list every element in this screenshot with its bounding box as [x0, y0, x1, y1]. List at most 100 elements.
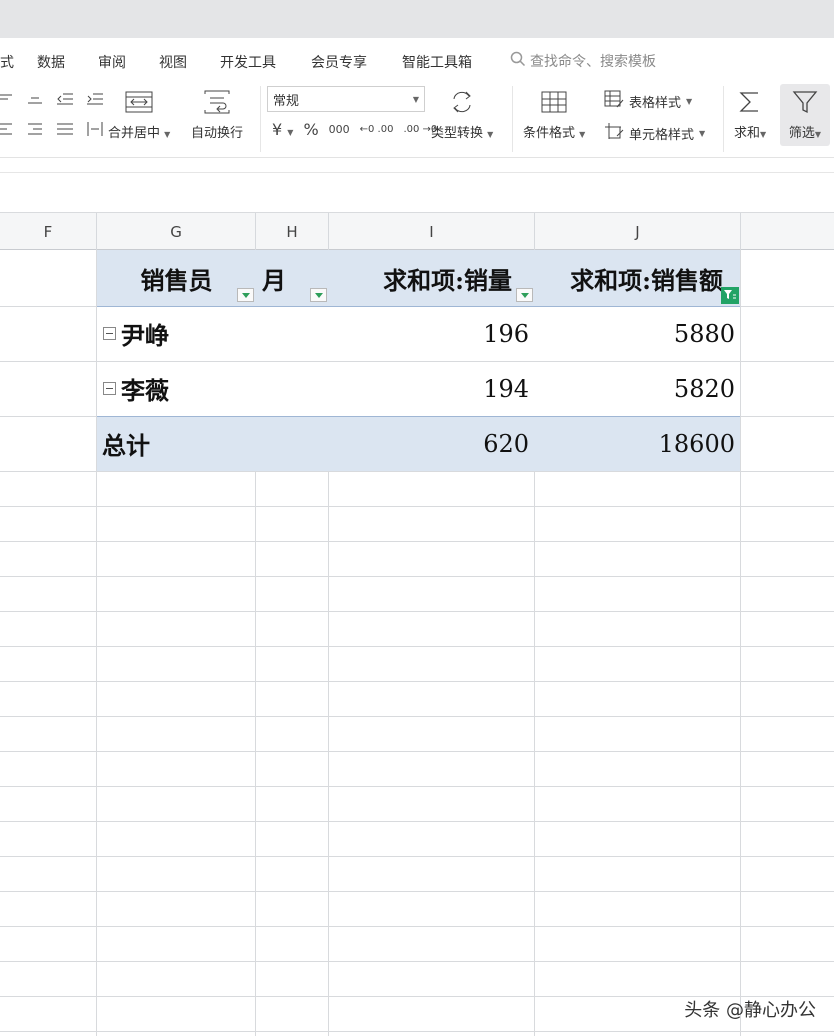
grid-line [255, 471, 256, 1036]
menu-bar: 式 数据 审阅 视图 开发工具 会员专享 智能工具箱 查找命令、搜索模板 [0, 38, 834, 82]
grid-line [0, 646, 834, 647]
column-header-f[interactable]: F [0, 213, 97, 250]
ribbon-toolbar: 合并居中 ▼ 自动换行 常规 ▼ ¥ ▼ % 000 ←0 .00 .00 →0… [0, 82, 834, 158]
wrap-text-icon [203, 88, 231, 116]
column-header-i[interactable]: I [329, 213, 535, 250]
type-convert-button[interactable]: 类型转换 ▼ [431, 88, 493, 141]
sum-label: 求和 [734, 126, 761, 141]
grid-line [0, 506, 834, 507]
command-search[interactable]: 查找命令、搜索模板 [510, 51, 656, 71]
search-placeholder: 查找命令、搜索模板 [530, 54, 656, 70]
pivot-row-amount: 5880 [673, 319, 735, 348]
watermark: 头条 @静心办公 [684, 1000, 816, 1021]
number-format-buttons: ¥ ▼ % 000 ←0 .00 .00 →0 [272, 120, 437, 139]
grid-line [0, 961, 834, 962]
column-header-j[interactable]: J [535, 213, 741, 250]
funnel-icon [792, 88, 818, 116]
align-middle-icon[interactable] [24, 88, 46, 110]
collapse-toggle-icon[interactable] [103, 327, 116, 340]
qty-dropdown-button[interactable] [516, 288, 533, 302]
formula-area[interactable] [0, 172, 834, 212]
increase-indent-icon[interactable] [84, 88, 106, 110]
number-format-value: 常规 [273, 93, 300, 109]
pivot-header-sum-qty[interactable]: 求和项:销量 [329, 250, 512, 306]
menu-tab-view[interactable]: 视图 [159, 52, 187, 72]
decrease-indent-icon[interactable] [54, 88, 76, 110]
grid-line [328, 471, 329, 1036]
menu-tab-review[interactable]: 审阅 [98, 52, 126, 72]
month-dropdown-button[interactable] [310, 288, 327, 302]
grid-line [0, 681, 834, 682]
formula-bar-edge [0, 158, 834, 172]
convert-arrows-icon [449, 88, 475, 116]
pivot-header-salesperson[interactable]: 销售员 [97, 250, 256, 306]
increase-decimal-button[interactable]: ←0 .00 [360, 124, 394, 135]
pivot-row-qty: 194 [483, 374, 529, 403]
thousands-separator-button[interactable]: 000 [329, 123, 350, 136]
pivot-total-label: 总计 [102, 431, 150, 460]
grid-line [0, 926, 834, 927]
align-row-bottom [0, 118, 106, 140]
menu-tab-member[interactable]: 会员专享 [311, 52, 367, 72]
ribbon-separator [512, 86, 513, 152]
pivot-total-qty: 620 [483, 429, 529, 458]
grid-line [0, 611, 834, 612]
search-icon [510, 51, 526, 71]
column-header-h[interactable]: H [256, 213, 329, 250]
sigma-icon [738, 88, 762, 116]
table-style-icon [604, 90, 624, 112]
align-right-icon[interactable] [24, 118, 46, 140]
filter-active-icon [724, 290, 736, 299]
type-convert-label: 类型转换 [431, 126, 484, 141]
amount-filter-button[interactable] [721, 287, 739, 304]
dropdown-arrow-icon [241, 292, 250, 298]
grid-line [0, 821, 834, 822]
merge-cells-icon [125, 88, 153, 116]
dropdown-arrow-icon [520, 292, 529, 298]
menu-tab-data[interactable]: 数据 [37, 52, 65, 72]
conditional-format-button[interactable]: 条件格式 ▼ [523, 88, 585, 141]
distributed-align-icon[interactable] [84, 118, 106, 140]
pivot-row-name: 尹峥 [121, 321, 169, 350]
grid-line [0, 716, 834, 717]
dropdown-arrow-icon [314, 292, 323, 298]
ribbon-separator [260, 86, 261, 152]
cell-style-label: 单元格样式 [629, 127, 695, 143]
ribbon-separator [723, 86, 724, 152]
conditional-format-icon [540, 88, 568, 116]
grid-line [740, 250, 741, 1036]
column-header-g[interactable]: G [97, 213, 256, 250]
collapse-toggle-icon[interactable] [103, 382, 116, 395]
align-left-icon[interactable] [0, 118, 16, 140]
grid-line [0, 786, 834, 787]
pivot-row-qty: 196 [483, 319, 529, 348]
grid-line [0, 471, 834, 472]
number-format-select[interactable]: 常规 ▼ [267, 86, 425, 112]
menu-tab-partial[interactable]: 式 [0, 52, 14, 72]
menu-tab-developer[interactable]: 开发工具 [220, 52, 276, 72]
pivot-header-sum-amount[interactable]: 求和项:销售额 [535, 250, 723, 306]
grid-line [0, 856, 834, 857]
merge-center-button[interactable]: 合并居中 ▼ [108, 88, 170, 141]
filter-label: 筛选 [788, 126, 815, 141]
cell-style-button[interactable]: 单元格样式 ▼ [604, 122, 705, 144]
cell-style-icon [604, 122, 624, 144]
percent-button[interactable]: % [303, 120, 318, 139]
wrap-text-label: 自动换行 [191, 126, 244, 141]
sum-button[interactable]: 求和▼ [734, 88, 766, 141]
menu-tab-smart-toolbox[interactable]: 智能工具箱 [402, 52, 472, 72]
chevron-down-icon: ▼ [412, 94, 419, 104]
justify-icon[interactable] [54, 118, 76, 140]
salesperson-dropdown-button[interactable] [237, 288, 254, 302]
grid-line [0, 541, 834, 542]
currency-button[interactable]: ¥ ▼ [272, 120, 293, 139]
table-style-button[interactable]: 表格样式 ▼ [604, 90, 692, 112]
align-top-icon[interactable] [0, 88, 16, 110]
wrap-text-button[interactable]: 自动换行 [191, 88, 243, 141]
grid-line [534, 471, 535, 1036]
conditional-format-label: 条件格式 [523, 126, 576, 141]
column-headers: F G H I J [0, 212, 834, 250]
filter-button[interactable]: 筛选▼ [780, 84, 830, 146]
grid-line [96, 250, 97, 1036]
grid-line [0, 751, 834, 752]
